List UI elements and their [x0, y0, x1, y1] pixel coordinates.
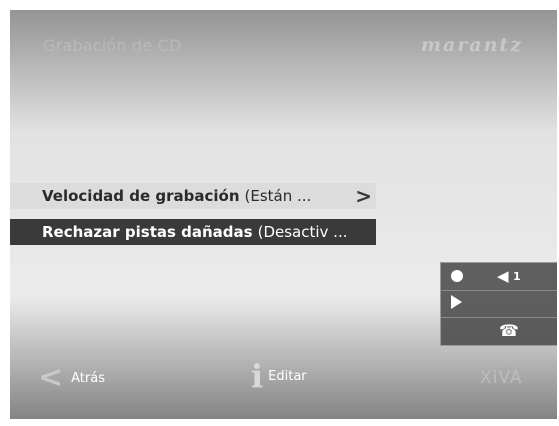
edit-label: Editar — [268, 368, 307, 384]
back-label: Atrás — [71, 370, 105, 386]
menu-item-reject-damaged-tracks[interactable]: Rechazar pistas dañadas (Desactiv ... — [10, 219, 376, 245]
status-row-phone: ☎ — [441, 317, 557, 344]
status-panel: ◀ 1 ☎ — [440, 262, 557, 346]
brand-logo: marantz — [420, 34, 523, 56]
menu-item-recording-speed[interactable]: Velocidad de grabación (Están ... > — [10, 183, 376, 209]
phone-icon: ☎ — [499, 321, 519, 340]
volume-icon: ◀ — [497, 267, 509, 285]
chevron-right-icon: > — [355, 184, 372, 208]
menu-item-value: (Desactiv ... — [257, 223, 348, 241]
menu-item-label: Velocidad de grabación — [42, 187, 240, 205]
status-row-record: ◀ 1 — [441, 263, 557, 291]
menu-item-label: Rechazar pistas dañadas — [42, 223, 253, 241]
edit-button[interactable]: i Editar — [251, 360, 307, 392]
play-icon — [451, 295, 462, 309]
record-icon — [451, 270, 463, 282]
screen: Grabación de CD marantz Velocidad de gra… — [10, 10, 557, 419]
volume-level: 1 — [513, 270, 521, 283]
page-title: Grabación de CD — [43, 36, 182, 55]
menu-item-value: (Están ... — [244, 187, 312, 205]
status-row-play — [441, 290, 557, 318]
info-icon: i — [251, 357, 264, 395]
chevron-left-icon: < — [38, 360, 64, 395]
xiva-logo: XiVA — [480, 368, 523, 388]
back-button[interactable]: < Atrás — [38, 363, 105, 393]
